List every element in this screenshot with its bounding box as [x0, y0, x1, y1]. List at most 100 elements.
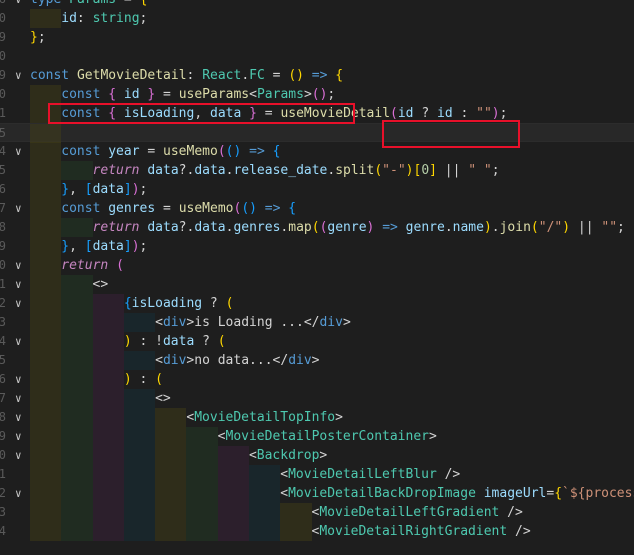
line-number: 0 [0, 448, 6, 462]
code-text: <MovieDetailRightGradient /> [312, 522, 531, 541]
code-token: id [61, 11, 77, 26]
code-line[interactable]: 5 return data?.data.release_date.split("-… [0, 161, 634, 180]
indent-guide [217, 484, 249, 503]
indent-guide [92, 389, 124, 408]
code-token: [ [84, 239, 93, 254]
indent-guide [123, 313, 156, 332]
code-token: GetMovieDetail [76, 68, 187, 83]
indent-guide [30, 124, 62, 143]
code-line[interactable]: 8 ∨ <MovieDetailTopInfo> [0, 408, 634, 427]
code-line[interactable]: 2 ∨ <MovieDetailBackDropImage imageUrl={`$… [0, 484, 634, 503]
code-line[interactable]: 9 ∨ <MovieDetailPosterContainer> [0, 427, 634, 446]
code-line[interactable]: 4 ∨) : !data ? ( [0, 332, 634, 351]
code-token: MovieDetailTopInfo [194, 410, 336, 425]
line-number: 4 [0, 334, 6, 348]
code-token: ; [37, 30, 46, 45]
code-token: data [92, 239, 124, 254]
fold-chevron-icon[interactable]: ∨ [15, 370, 22, 389]
code-line[interactable]: 9 ∨ const GetMovieDetail: React.FC = () =>… [0, 66, 634, 85]
code-token: ) [562, 220, 571, 235]
fold-chevron-icon[interactable]: ∨ [15, 275, 22, 294]
code-token: div [319, 315, 343, 330]
indent-guide [30, 484, 62, 503]
code-token: ( [217, 334, 226, 349]
code-token: data [194, 163, 226, 178]
code-line[interactable]: 7 ∨ const genres = useMemo(() => { [0, 199, 634, 218]
code-line[interactable]: 1 ∨ <> [0, 275, 634, 294]
code-token: MovieDetailLeftBlur [288, 467, 437, 482]
code-token: || [570, 220, 602, 235]
indent-guide [186, 427, 218, 446]
code-token: const [61, 144, 109, 159]
code-line[interactable]: 0 ∨ return ( [0, 256, 634, 275]
fold-chevron-icon[interactable]: ∨ [15, 389, 22, 408]
code-token: : [131, 372, 156, 387]
code-token: ] [429, 163, 437, 178]
code-token: ( [390, 106, 398, 121]
code-token: is Loading ... [194, 315, 304, 330]
indent-guide [280, 503, 312, 522]
code-token: = [116, 0, 139, 7]
code-token: div [162, 353, 187, 368]
code-line[interactable]: 0 id: string; [0, 9, 634, 28]
fold-chevron-icon[interactable]: ∨ [15, 66, 22, 85]
code-line[interactable]: 2 ∨ {isLoading ? ( [0, 294, 634, 313]
indent-guide [217, 446, 249, 465]
code-token: year [108, 144, 140, 159]
code-token: ( [217, 144, 226, 159]
fold-chevron-icon[interactable]: ∨ [15, 408, 22, 427]
code-line[interactable]: 7 ∨ <> [0, 389, 634, 408]
line-number: 6 [0, 182, 6, 196]
code-token: MovieDetailRightGradient [319, 524, 508, 539]
code-token: ) [123, 372, 132, 387]
fold-chevron-icon[interactable]: ∨ [15, 294, 22, 313]
fold-chevron-icon[interactable]: ∨ [15, 332, 22, 351]
code-token: data [92, 182, 124, 197]
fold-chevron-icon[interactable]: ∨ [15, 427, 22, 446]
indent-guide [30, 85, 62, 104]
code-line[interactable]: 5 <div>no data...</div> [0, 351, 634, 370]
code-line[interactable]: 9}, [data]); [0, 237, 634, 256]
indent-guide [123, 351, 156, 370]
code-token: split [335, 163, 375, 178]
code-line[interactable]: 0 [0, 47, 634, 66]
indent-guide [61, 427, 93, 446]
code-token: } [61, 239, 70, 254]
code-token: release_date [233, 163, 328, 178]
code-token: < [249, 87, 257, 102]
code-line[interactable]: 4 ∨ const year = useMemo(() => { [0, 142, 634, 161]
code-line[interactable]: 3 <div>is Loading ...</div> [0, 313, 634, 332]
code-token: ; [327, 87, 336, 102]
code-line[interactable]: 6 ∨) : ( [0, 370, 634, 389]
code-token: ) [483, 220, 492, 235]
code-line[interactable]: 0 const { id } = useParams<Params>(); [0, 85, 634, 104]
code-token: data [147, 220, 179, 235]
code-token: { [554, 486, 563, 501]
code-line[interactable]: 0 ∨ <Backdrop> [0, 446, 634, 465]
line-number: 1 [0, 467, 6, 481]
code-text: ) : ( [124, 370, 163, 389]
code-text: return data?.data.genres.map((genre) => … [93, 218, 625, 237]
code-token: ] [123, 239, 132, 254]
code-token: { [288, 201, 297, 216]
code-line[interactable]: 6 ∨ type Params = { [0, 0, 634, 9]
line-number: 9 [0, 68, 6, 82]
code-line[interactable]: 5 [0, 123, 634, 143]
code-line[interactable]: 9}; [0, 28, 634, 47]
fold-chevron-icon[interactable]: ∨ [15, 199, 22, 218]
code-token: ( [374, 163, 383, 178]
indent-guide [186, 522, 218, 541]
fold-chevron-icon[interactable]: ∨ [15, 484, 22, 503]
code-line[interactable]: 8 return data?.data.genres.map((genre) =>… [0, 218, 634, 237]
code-token: } [61, 182, 70, 197]
fold-chevron-icon[interactable]: ∨ [15, 256, 22, 275]
code-token: <> [92, 277, 109, 292]
code-line[interactable]: 1 <MovieDetailLeftBlur /> [0, 465, 634, 484]
code-token: : [186, 68, 203, 83]
code-line[interactable]: 6}, [data]); [0, 180, 634, 199]
fold-chevron-icon[interactable]: ∨ [15, 446, 22, 465]
code-line[interactable]: 3 <MovieDetailLeftGradient /> [0, 503, 634, 522]
fold-chevron-icon[interactable]: ∨ [15, 142, 22, 161]
fold-chevron-icon[interactable]: ∨ [15, 0, 22, 9]
code-line[interactable]: 4 <MovieDetailRightGradient /> [0, 522, 634, 541]
